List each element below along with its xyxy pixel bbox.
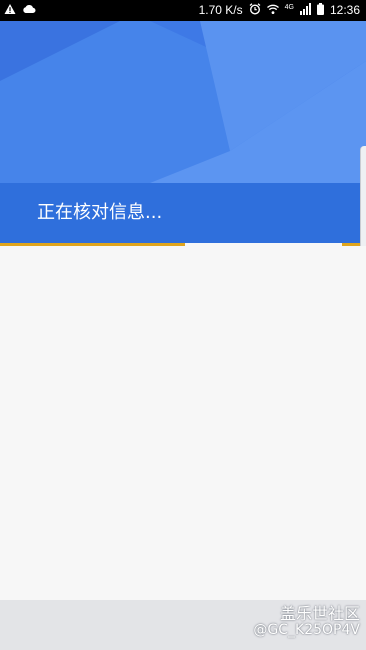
header-shading	[0, 21, 366, 183]
content-area	[0, 246, 366, 600]
cloud-icon	[22, 3, 36, 18]
status-right: 1.70 K/s 4G 12:36	[199, 3, 360, 18]
app-screen: 1.70 K/s 4G 12:36 正在核对信息... 盖乐世社区 @GC_K2…	[0, 0, 366, 650]
network-speed: 1.70 K/s	[198, 3, 243, 17]
status-left	[4, 3, 36, 18]
warning-icon	[4, 3, 16, 18]
title-bar: 正在核对信息...	[0, 183, 366, 243]
status-bar: 1.70 K/s 4G 12:36	[0, 0, 366, 21]
page-title: 正在核对信息...	[37, 202, 163, 223]
wifi-icon	[266, 3, 279, 18]
header-background	[0, 21, 366, 183]
battery-icon	[316, 3, 324, 18]
clock: 12:36	[329, 3, 360, 17]
watermark-title: 盖乐世社区	[279, 604, 360, 623]
signal-icon	[299, 3, 311, 18]
alarm-icon	[249, 3, 261, 18]
network-type-label: 4G	[284, 3, 294, 11]
watermark-user: @GC_K25OP4V	[253, 622, 360, 638]
